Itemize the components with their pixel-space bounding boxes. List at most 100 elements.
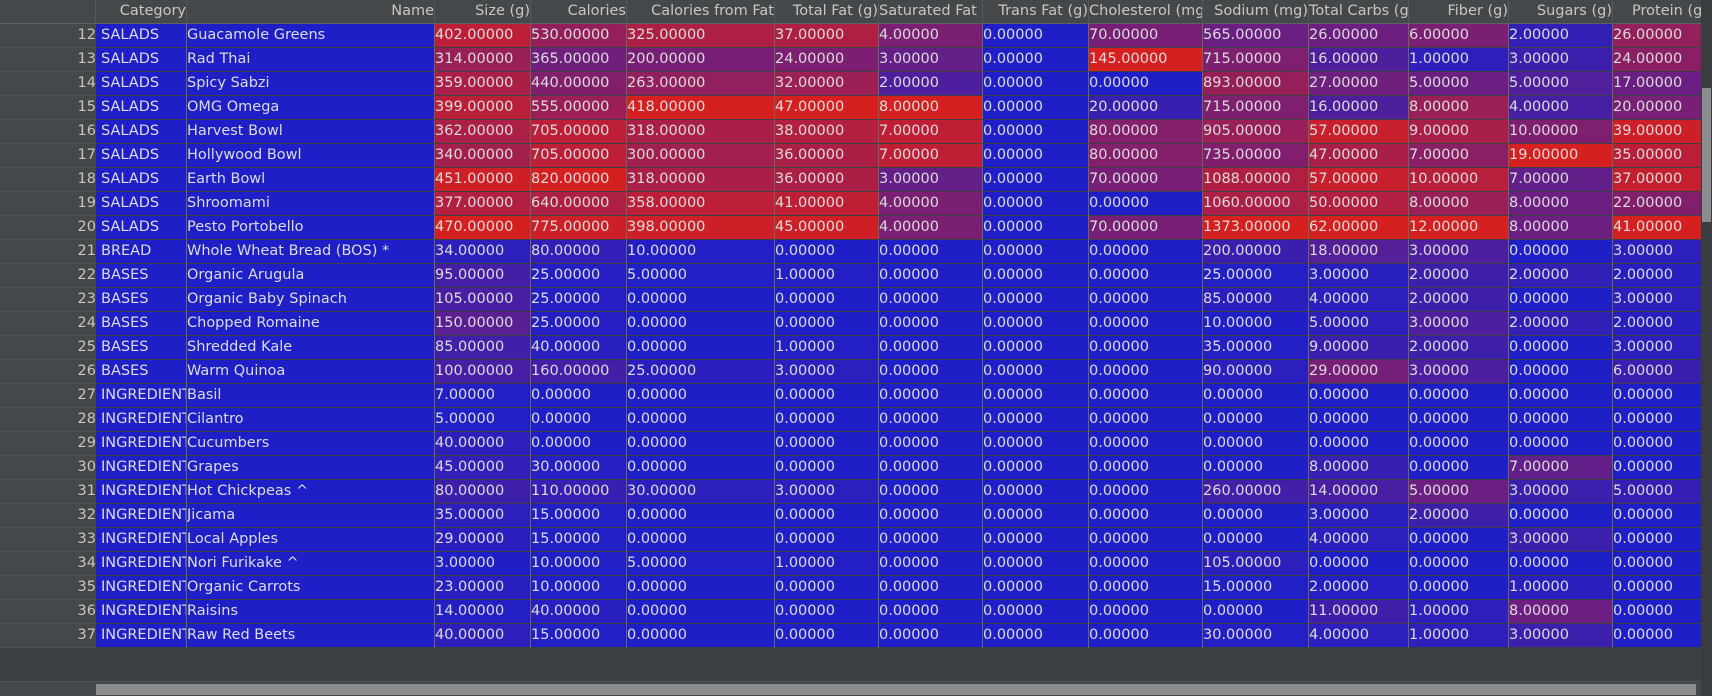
- cell-fiber-g[interactable]: 0.00000: [1409, 432, 1509, 456]
- cell-category[interactable]: BASES: [96, 312, 187, 336]
- column-header-total-fat-g[interactable]: Total Fat (g): [775, 0, 879, 24]
- row-index[interactable]: 21: [0, 240, 96, 264]
- cell-sugars-g[interactable]: 8.00000: [1509, 600, 1613, 624]
- cell-name[interactable]: Pesto Portobello: [187, 216, 435, 240]
- cell-trans-fat-g[interactable]: 0.00000: [983, 264, 1089, 288]
- cell-total-carbs-g[interactable]: 0.00000: [1309, 384, 1409, 408]
- cell-category[interactable]: SALADS: [96, 168, 187, 192]
- cell-total-carbs-g[interactable]: 50.00000: [1309, 192, 1409, 216]
- cell-size-g[interactable]: 362.00000: [435, 120, 531, 144]
- cell-category[interactable]: INGREDIENTS: [96, 552, 187, 576]
- cell-trans-fat-g[interactable]: 0.00000: [983, 336, 1089, 360]
- cell-sugars-g[interactable]: 5.00000: [1509, 72, 1613, 96]
- cell-calories-from-fat[interactable]: 318.00000: [627, 120, 775, 144]
- cell-fiber-g[interactable]: 7.00000: [1409, 144, 1509, 168]
- cell-size-g[interactable]: 29.00000: [435, 528, 531, 552]
- cell-total-fat-g[interactable]: 36.00000: [775, 144, 879, 168]
- cell-cholesterol-mg[interactable]: 0.00000: [1089, 576, 1203, 600]
- row-index[interactable]: 30: [0, 456, 96, 480]
- cell-trans-fat-g[interactable]: 0.00000: [983, 144, 1089, 168]
- table-row[interactable]: 15 SALADS OMG Omega 399.00000 555.00000 418.0…: [0, 96, 1709, 120]
- cell-total-fat-g[interactable]: 0.00000: [775, 384, 879, 408]
- cell-cholesterol-mg[interactable]: 0.00000: [1089, 360, 1203, 384]
- cell-fiber-g[interactable]: 1.00000: [1409, 600, 1509, 624]
- column-header-cholesterol-mg[interactable]: Cholesterol (mg): [1089, 0, 1203, 24]
- cell-sodium-mg[interactable]: 30.00000: [1203, 624, 1309, 648]
- cell-total-carbs-g[interactable]: 47.00000: [1309, 144, 1409, 168]
- row-index[interactable]: 20: [0, 216, 96, 240]
- cell-total-fat-g[interactable]: 3.00000: [775, 360, 879, 384]
- cell-calories-from-fat[interactable]: 0.00000: [627, 312, 775, 336]
- cell-fiber-g[interactable]: 5.00000: [1409, 480, 1509, 504]
- cell-size-g[interactable]: 314.00000: [435, 48, 531, 72]
- table-row[interactable]: 25 BASES Shredded Kale 85.00000 40.00000 0.00…: [0, 336, 1709, 360]
- cell-category[interactable]: INGREDIENTS: [96, 480, 187, 504]
- cell-total-fat-g[interactable]: 0.00000: [775, 408, 879, 432]
- column-header-calories[interactable]: Calories: [531, 0, 627, 24]
- cell-total-fat-g[interactable]: 0.00000: [775, 576, 879, 600]
- cell-cholesterol-mg[interactable]: 0.00000: [1089, 528, 1203, 552]
- cell-trans-fat-g[interactable]: 0.00000: [983, 216, 1089, 240]
- cell-protein-g[interactable]: 0.00000: [1613, 552, 1709, 576]
- column-header-index[interactable]: [0, 0, 96, 24]
- cell-size-g[interactable]: 14.00000: [435, 600, 531, 624]
- cell-sugars-g[interactable]: 8.00000: [1509, 216, 1613, 240]
- cell-trans-fat-g[interactable]: 0.00000: [983, 24, 1089, 48]
- table-row[interactable]: 13 SALADS Rad Thai 314.00000 365.00000 200.00…: [0, 48, 1709, 72]
- cell-sodium-mg[interactable]: 905.00000: [1203, 120, 1309, 144]
- cell-saturated-fat-g[interactable]: 0.00000: [879, 528, 983, 552]
- column-header-category[interactable]: Category: [96, 0, 187, 24]
- cell-total-carbs-g[interactable]: 9.00000: [1309, 336, 1409, 360]
- cell-saturated-fat-g[interactable]: 0.00000: [879, 624, 983, 648]
- cell-total-fat-g[interactable]: 45.00000: [775, 216, 879, 240]
- cell-saturated-fat-g[interactable]: 0.00000: [879, 552, 983, 576]
- cell-calories[interactable]: 80.00000: [531, 240, 627, 264]
- table-row[interactable]: 34INGREDIENTSNori Furikake ^3.0000010.00…: [0, 552, 1709, 576]
- cell-saturated-fat-g[interactable]: 4.00000: [879, 216, 983, 240]
- cell-fiber-g[interactable]: 5.00000: [1409, 72, 1509, 96]
- cell-category[interactable]: BASES: [96, 336, 187, 360]
- cell-name[interactable]: Chopped Romaine: [187, 312, 435, 336]
- cell-calories[interactable]: 530.00000: [531, 24, 627, 48]
- cell-total-carbs-g[interactable]: 4.00000: [1309, 528, 1409, 552]
- cell-protein-g[interactable]: 39.00000: [1613, 120, 1709, 144]
- cell-name[interactable]: Raw Red Beets: [187, 624, 435, 648]
- vertical-scrollbar-thumb[interactable]: [1702, 88, 1711, 222]
- cell-total-carbs-g[interactable]: 8.00000: [1309, 456, 1409, 480]
- cell-saturated-fat-g[interactable]: 0.00000: [879, 456, 983, 480]
- cell-total-fat-g[interactable]: 47.00000: [775, 96, 879, 120]
- cell-calories[interactable]: 0.00000: [531, 408, 627, 432]
- cell-sugars-g[interactable]: 0.00000: [1509, 240, 1613, 264]
- table-row[interactable]: 36INGREDIENTSRaisins14.0000040.000000.00…: [0, 600, 1709, 624]
- cell-trans-fat-g[interactable]: 0.00000: [983, 288, 1089, 312]
- cell-calories[interactable]: 15.00000: [531, 528, 627, 552]
- cell-calories[interactable]: 15.00000: [531, 504, 627, 528]
- table-row[interactable]: 33INGREDIENTSLocal Apples29.0000015.0000…: [0, 528, 1709, 552]
- cell-category[interactable]: INGREDIENTS: [96, 432, 187, 456]
- cell-calories-from-fat[interactable]: 263.00000: [627, 72, 775, 96]
- cell-saturated-fat-g[interactable]: 0.00000: [879, 384, 983, 408]
- row-index[interactable]: 37: [0, 624, 96, 648]
- cell-name[interactable]: Harvest Bowl: [187, 120, 435, 144]
- cell-total-carbs-g[interactable]: 5.00000: [1309, 312, 1409, 336]
- cell-calories-from-fat[interactable]: 0.00000: [627, 408, 775, 432]
- cell-total-fat-g[interactable]: 41.00000: [775, 192, 879, 216]
- cell-calories[interactable]: 705.00000: [531, 120, 627, 144]
- cell-calories[interactable]: 25.00000: [531, 288, 627, 312]
- cell-sugars-g[interactable]: 0.00000: [1509, 360, 1613, 384]
- column-header-protein-g[interactable]: Protein (g): [1613, 0, 1709, 24]
- cell-calories[interactable]: 0.00000: [531, 432, 627, 456]
- cell-trans-fat-g[interactable]: 0.00000: [983, 600, 1089, 624]
- cell-fiber-g[interactable]: 1.00000: [1409, 48, 1509, 72]
- cell-name[interactable]: Cucumbers: [187, 432, 435, 456]
- cell-total-carbs-g[interactable]: 29.00000: [1309, 360, 1409, 384]
- cell-name[interactable]: Rad Thai: [187, 48, 435, 72]
- cell-sugars-g[interactable]: 2.00000: [1509, 312, 1613, 336]
- row-index[interactable]: 28: [0, 408, 96, 432]
- cell-calories[interactable]: 440.00000: [531, 72, 627, 96]
- column-header-total-carbs-g[interactable]: Total Carbs (g): [1309, 0, 1409, 24]
- cell-calories-from-fat[interactable]: 398.00000: [627, 216, 775, 240]
- cell-cholesterol-mg[interactable]: 145.00000: [1089, 48, 1203, 72]
- cell-saturated-fat-g[interactable]: 0.00000: [879, 264, 983, 288]
- cell-category[interactable]: BREAD: [96, 240, 187, 264]
